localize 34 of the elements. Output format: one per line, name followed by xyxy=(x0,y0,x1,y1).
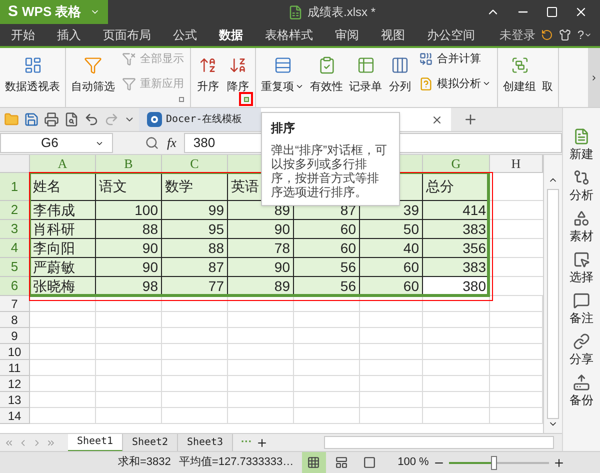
table-cell: 383 xyxy=(423,220,490,239)
table-cell: 肖科研 xyxy=(30,220,96,239)
table-cell: 90 xyxy=(96,258,162,277)
table-cell: 60 xyxy=(294,220,360,239)
tooltip-title: 排序 xyxy=(271,120,296,137)
table-cell: 95 xyxy=(162,220,228,239)
table-cell: 40 xyxy=(360,239,423,258)
table-cell: 88 xyxy=(96,220,162,239)
table-cell: 78 xyxy=(228,239,294,258)
table-cell: 数学 xyxy=(162,173,228,201)
table-cell: 语文 xyxy=(96,173,162,201)
table-cell: 90 xyxy=(228,220,294,239)
table-cell: 100 xyxy=(96,201,162,220)
zoom-readout: 100 % xyxy=(398,455,429,470)
table-cell: 李伟成 xyxy=(30,201,96,220)
table-cell: 姓名 xyxy=(30,173,96,201)
table-cell: 88 xyxy=(162,239,228,258)
table-cell: 李向阳 xyxy=(30,239,96,258)
table-cell: 90 xyxy=(96,239,162,258)
table-cell: 50 xyxy=(360,220,423,239)
table-cell: 严蔚敏 xyxy=(30,258,96,277)
table-cell: 87 xyxy=(162,258,228,277)
table-cell: 90 xyxy=(228,258,294,277)
table-cell: 356 xyxy=(423,239,490,258)
table-cell: 60 xyxy=(360,258,423,277)
table-cell: 60 xyxy=(294,239,360,258)
table-cell: 414 xyxy=(423,201,490,220)
table-cell: 383 xyxy=(423,258,490,277)
table-cell: 99 xyxy=(162,201,228,220)
window-title: 成绩表.xlsx * xyxy=(307,4,376,21)
table-cell: 总分 xyxy=(423,173,490,201)
sum-readout: 求和=3832 xyxy=(118,455,171,470)
table-cell: 56 xyxy=(294,258,360,277)
average-readout: 平均值=127.7333333… xyxy=(178,455,294,470)
